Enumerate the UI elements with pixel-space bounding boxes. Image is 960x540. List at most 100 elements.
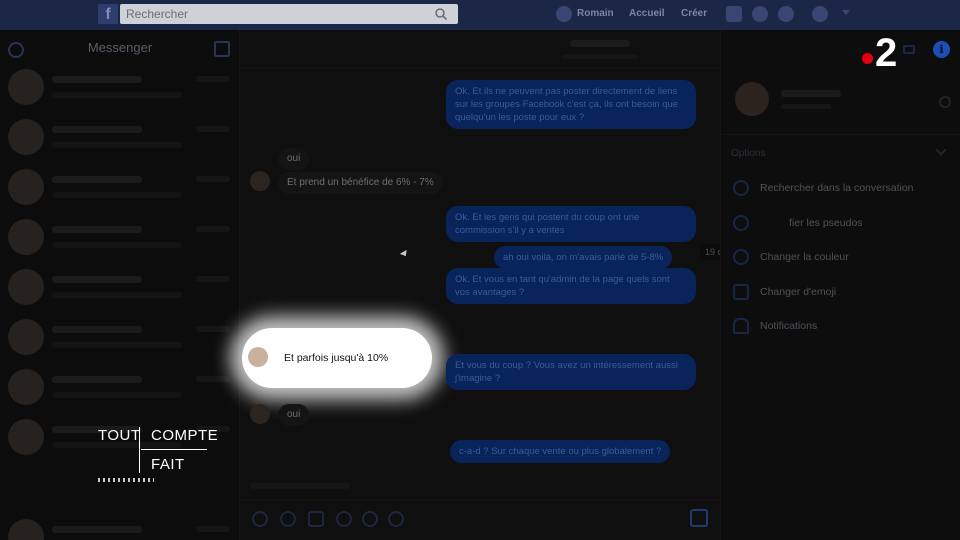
conversation-name — [52, 526, 142, 533]
option-label: Changer d'emoji — [760, 286, 837, 298]
message-out[interactable]: c-a-d ? Sur chaque vente ou plus globale… — [450, 440, 671, 463]
message-out[interactable]: Et vous du coup ? Vous avez un intéresse… — [446, 354, 696, 390]
conversation-preview — [52, 92, 182, 98]
conversation-row[interactable] — [0, 514, 240, 540]
conversation-time — [196, 376, 230, 382]
message-in[interactable]: Et prend un bénéfice de 6% - 7% — [278, 172, 443, 194]
conversation-time — [196, 176, 230, 182]
conversation-preview — [52, 192, 182, 198]
conversation-preview — [52, 392, 182, 398]
facebook-logo[interactable]: f — [98, 4, 118, 24]
home-link[interactable]: Accueil — [629, 8, 665, 19]
conversation-preview — [52, 342, 182, 348]
search-icon — [733, 180, 749, 196]
message-out[interactable]: Ok. Et vous en tant qu'admin de la page … — [446, 268, 696, 304]
highlighted-message[interactable]: Et parfois jusqu'à 10% — [242, 328, 432, 388]
contact-subtitle — [781, 104, 831, 109]
conversation-preview — [52, 292, 182, 298]
conversation-avatar — [8, 519, 44, 540]
help-icon[interactable] — [812, 6, 828, 22]
search-bar[interactable] — [120, 4, 458, 24]
message-input[interactable] — [250, 483, 350, 489]
logo-word-tout: TOUT — [98, 427, 141, 444]
conversation-avatar — [8, 369, 44, 405]
chat-contact-name[interactable] — [570, 40, 630, 47]
friends-icon[interactable] — [726, 6, 742, 22]
chat-header — [240, 30, 720, 68]
create-link[interactable]: Créer — [681, 8, 707, 19]
conversation-row[interactable] — [0, 364, 240, 414]
conversation-row[interactable] — [0, 264, 240, 314]
chevron-down-icon[interactable] — [935, 144, 947, 156]
message-composer[interactable] — [240, 483, 720, 540]
conversation-avatar — [8, 219, 44, 255]
contact-avatar — [250, 404, 270, 424]
france2-dot — [862, 53, 873, 64]
conversation-name — [52, 326, 142, 333]
messenger-icon[interactable] — [752, 6, 768, 22]
sidebar-title: Messenger — [87, 40, 153, 55]
conversation-preview — [52, 142, 182, 148]
mouse-cursor-icon — [399, 249, 410, 259]
logo-dotted-line — [98, 478, 154, 482]
conversation-avatar — [8, 319, 44, 355]
conversation-row[interactable] — [0, 64, 240, 114]
gif-icon[interactable] — [280, 511, 296, 527]
info-icon[interactable]: i — [933, 41, 950, 58]
game-icon[interactable] — [388, 511, 404, 527]
conversation-row[interactable] — [0, 314, 240, 364]
divider — [721, 134, 960, 135]
conversation-time — [196, 126, 230, 132]
message-out[interactable]: Ok. Et les gens qui postent du coup ont … — [446, 206, 696, 242]
thumbs-up-icon — [733, 284, 749, 300]
conversation-time — [196, 226, 230, 232]
option-change-color[interactable]: Changer la couleur — [733, 248, 953, 268]
new-message-icon[interactable] — [214, 41, 230, 57]
panel-gear-icon[interactable] — [939, 96, 951, 108]
options-header[interactable]: Options — [731, 148, 765, 159]
thumbs-up-send-icon[interactable] — [690, 509, 708, 527]
palette-icon — [733, 249, 749, 265]
logo-divider-vertical — [139, 427, 140, 473]
logo-divider-horizontal — [141, 449, 207, 450]
add-icon[interactable] — [252, 511, 268, 527]
search-input[interactable] — [120, 4, 420, 24]
option-label: Rechercher dans la conversation — [760, 182, 914, 194]
microphone-icon[interactable] — [362, 511, 378, 527]
conversation-avatar — [8, 69, 44, 105]
conversation-time — [196, 276, 230, 282]
option-edit-nicknames[interactable]: fier les pseudos — [733, 214, 953, 234]
contact-avatar-large — [735, 82, 769, 116]
conversation-name — [52, 176, 142, 183]
conversation-time — [196, 76, 230, 82]
conversation-row[interactable] — [0, 114, 240, 164]
option-label: Changer la couleur — [760, 251, 849, 263]
option-label: Notifications — [760, 320, 818, 332]
conversation-avatar — [8, 169, 44, 205]
emoji-icon[interactable] — [336, 511, 352, 527]
message-in[interactable]: oui — [278, 404, 310, 426]
option-change-emoji[interactable]: Changer d'emoji — [733, 283, 953, 303]
conversation-row[interactable] — [0, 214, 240, 264]
sticker-icon[interactable] — [308, 511, 324, 527]
france2-number: 2 — [875, 31, 898, 75]
conversation-time — [196, 526, 230, 532]
notifications-icon[interactable] — [778, 6, 794, 22]
conversation-row[interactable] — [0, 164, 240, 214]
profile-link[interactable]: Romain — [577, 8, 614, 19]
option-notifications[interactable]: Notifications — [733, 317, 953, 337]
message-in-highlighted: Et parfois jusqu'à 10% — [284, 352, 389, 364]
facebook-topbar: f Romain Accueil Créer — [0, 0, 960, 30]
search-icon[interactable] — [434, 7, 448, 21]
message-out[interactable]: ah oui voilà, on m'avais parlé de 5-8% — [494, 246, 673, 269]
option-label: fier les pseudos — [789, 217, 863, 229]
profile-avatar[interactable] — [556, 6, 572, 22]
option-search-conversation[interactable]: Rechercher dans la conversation — [733, 179, 953, 199]
message-out[interactable]: Ok. Et ils ne peuvent pas poster directe… — [446, 80, 696, 129]
conversation-preview — [52, 242, 182, 248]
tout-compte-fait-logo: TOUT COMPTE FAIT — [96, 418, 218, 484]
logo-word-compte: COMPTE — [151, 427, 219, 444]
message-in[interactable]: oui — [278, 148, 310, 170]
account-menu-caret-icon[interactable] — [842, 10, 850, 18]
chat-contact-status — [562, 54, 638, 59]
